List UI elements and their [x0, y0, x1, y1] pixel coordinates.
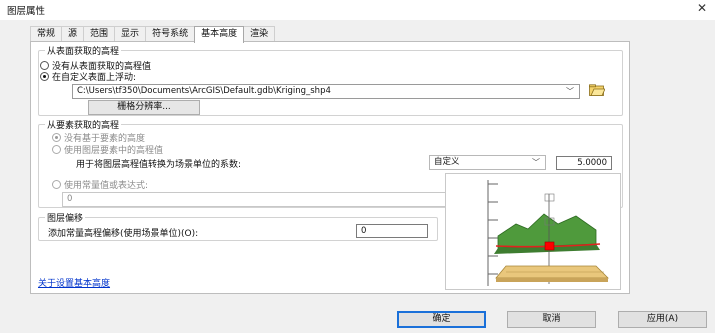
- tab-base-heights[interactable]: 基本高度: [194, 26, 245, 43]
- radio-use-feature-elevation[interactable]: 使用图层要素中的高程值: [52, 143, 163, 156]
- radio-use-feature-label: 使用图层要素中的高程值: [64, 146, 164, 156]
- window-title: 图层属性: [7, 6, 46, 17]
- conversion-unit-select[interactable]: 自定义 ﹀: [429, 155, 546, 170]
- surface-path-value: C:\Users\tf350\Documents\ArcGIS\Default.…: [77, 86, 331, 96]
- tab-extent[interactable]: 范围: [83, 26, 116, 42]
- offset-input[interactable]: 0: [356, 224, 428, 238]
- radio-circle-icon: [40, 61, 49, 70]
- surface-group-title: 从表面获取的高程: [45, 44, 122, 57]
- radio-selected-icon: [52, 133, 61, 142]
- base-height-preview: [445, 173, 621, 290]
- base-height-diagram: [487, 180, 609, 286]
- surface-path-select[interactable]: C:\Users\tf350\Documents\ArcGIS\Default.…: [72, 84, 580, 99]
- offset-group-title: 图层偏移: [45, 211, 86, 224]
- radio-constant-expression[interactable]: 使用常量值或表达式:: [52, 178, 148, 191]
- offset-label: 添加常量高程偏移(使用场景单位)(O):: [48, 229, 199, 239]
- tab-display[interactable]: 显示: [114, 26, 147, 42]
- open-folder-icon[interactable]: [589, 84, 605, 96]
- tab-symbology[interactable]: 符号系统: [145, 26, 196, 42]
- tab-general[interactable]: 常规: [30, 26, 63, 42]
- radio-circle-icon: [52, 145, 61, 154]
- tab-rendering[interactable]: 渲染: [243, 26, 276, 42]
- radio-circle-icon: [52, 180, 61, 189]
- about-base-heights-link[interactable]: 关于设置基本高度: [38, 276, 110, 289]
- conversion-factor-label: 用于将图层高程值转换为场景单位的系数:: [76, 160, 242, 170]
- close-icon[interactable]: ✕: [697, 1, 707, 15]
- chevron-down-icon: ﹀: [566, 87, 574, 96]
- conversion-factor-input[interactable]: 5.0000: [556, 156, 612, 170]
- raster-resolution-button[interactable]: 栅格分辨率...: [88, 100, 200, 115]
- chevron-down-icon: ﹀: [532, 158, 540, 167]
- ok-button[interactable]: 确定: [397, 311, 486, 328]
- radio-selected-icon: [40, 72, 49, 81]
- feature-group-title: 从要素获取的高程: [45, 118, 122, 131]
- tab-source[interactable]: 源: [61, 26, 85, 42]
- cancel-button[interactable]: 取消: [507, 311, 596, 328]
- tab-strip: 常规 源 范围 显示 符号系统 基本高度 渲染: [30, 26, 276, 43]
- radio-float-label: 在自定义表面上浮动:: [52, 73, 137, 83]
- radio-float-custom[interactable]: 在自定义表面上浮动:: [40, 70, 136, 83]
- radio-constant-label: 使用常量值或表达式:: [64, 181, 149, 191]
- title-bar: 图层属性 ✕: [0, 0, 715, 20]
- conversion-unit-value: 自定义: [434, 157, 460, 167]
- apply-button[interactable]: 应用(A): [618, 311, 707, 328]
